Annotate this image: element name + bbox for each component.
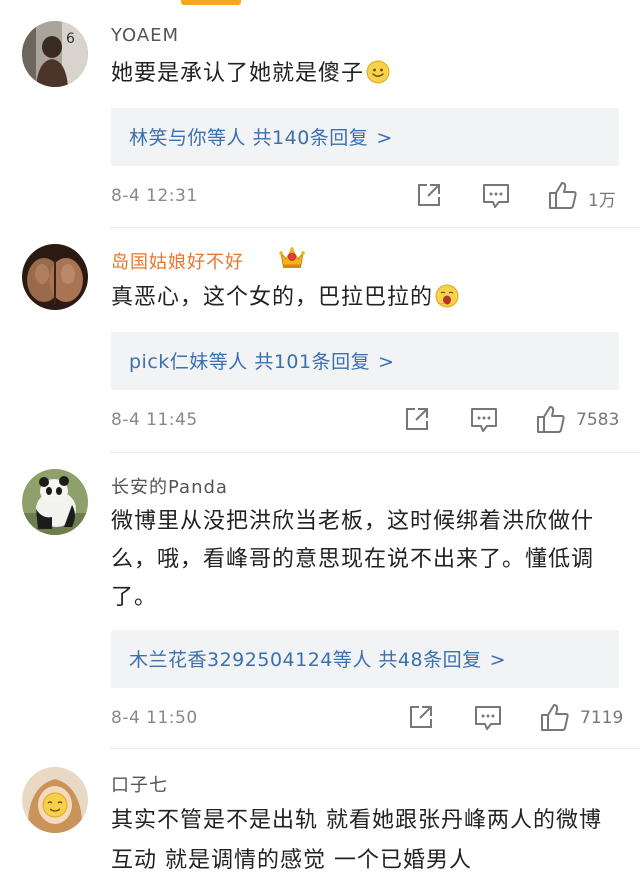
chevron-right-icon: >: [376, 127, 393, 149]
comment-icon: [475, 706, 501, 730]
replies-summary[interactable]: 木兰花香3292504124等人 共48条回复 >: [111, 630, 619, 688]
crown-badge-icon: [279, 247, 305, 268]
like-icon: [549, 182, 577, 209]
comment-text: 真恶心，这个女的，巴拉巴拉的: [111, 280, 621, 316]
comment-text: 微博里从没把洪欣当老板，这时候绑着洪欣做什么，哦，看峰哥的意思现在说不出来了。懂…: [111, 509, 595, 610]
comment-item: 6 YOAEM 她要是承认了她就是傻子 林笑与你等人 共140条回复 > 8-4 …: [0, 0, 640, 228]
like-count: 7119: [580, 708, 624, 728]
username[interactable]: 长安的Panda: [111, 473, 228, 499]
comment-item: 长安的Panda 微博里从没把洪欣当老板，这时候绑着洪欣做什么，哦，看峰哥的意思…: [0, 453, 640, 749]
username[interactable]: 口子七: [111, 771, 168, 797]
username[interactable]: YOAEM: [111, 25, 179, 46]
like-icon: [537, 406, 565, 433]
comment-text: 她要是承认了她就是傻子: [111, 56, 621, 92]
share-icon: [406, 408, 428, 430]
username[interactable]: 岛国姑娘好不好: [111, 248, 244, 274]
comment-text-content: 真恶心，这个女的，巴拉巴拉的: [111, 285, 434, 310]
replies-label: 木兰花香3292504124等人 共48条回复: [129, 649, 482, 671]
comment-time: 8-4 11:45: [111, 410, 198, 430]
avatar[interactable]: [22, 244, 88, 310]
replies-summary[interactable]: pick仁妹等人 共101条回复 >: [111, 332, 619, 390]
share-button[interactable]: [408, 704, 434, 734]
comment-button[interactable]: [470, 407, 498, 437]
comment-text-content: 她要是承认了她就是傻子: [111, 61, 365, 86]
smile-emoji-icon: [366, 60, 390, 84]
comment-item: 岛国姑娘好不好 真恶心，这个女的，巴拉巴拉的 pick仁妹等人 共101条回复 >…: [0, 228, 640, 453]
replies-label: 林笑与你等人 共140条回复: [129, 127, 369, 149]
like-icon: [541, 704, 569, 731]
avatar[interactable]: 6: [22, 21, 88, 87]
avatar[interactable]: [22, 767, 88, 833]
chevron-right-icon: >: [378, 351, 395, 373]
share-button[interactable]: [404, 406, 430, 436]
replies-link[interactable]: 林笑与你等人 共140条回复 >: [129, 123, 393, 150]
avatar-image: [22, 767, 88, 833]
comment-icon: [483, 184, 509, 208]
comment-time: 8-4 11:50: [111, 708, 198, 728]
share-button[interactable]: [416, 182, 442, 212]
avatar-image: 6: [22, 21, 88, 87]
comment-button[interactable]: [474, 705, 502, 735]
like-button[interactable]: [548, 180, 578, 210]
like-count: 1万: [588, 191, 616, 211]
avatar-image: [22, 469, 88, 535]
like-button[interactable]: [540, 702, 570, 732]
replies-label: pick仁妹等人 共101条回复: [129, 351, 371, 373]
avatar-image: [22, 244, 88, 310]
replies-summary[interactable]: 林笑与你等人 共140条回复 >: [111, 108, 619, 166]
comment-icon: [471, 408, 497, 432]
replies-link[interactable]: 木兰花香3292504124等人 共48条回复 >: [129, 645, 506, 672]
replies-link[interactable]: pick仁妹等人 共101条回复 >: [129, 347, 395, 374]
comment-item: 口子七 其实不管是不是出轨 就看她跟张丹峰两人的微博互动 就是调情的感觉 一个已…: [0, 749, 640, 881]
chevron-right-icon: >: [489, 649, 507, 671]
comment-button[interactable]: [482, 183, 510, 213]
like-count: 7583: [576, 410, 620, 430]
svg-text:6: 6: [66, 31, 75, 47]
avatar[interactable]: [22, 469, 88, 535]
comment-text: 其实不管是不是出轨 就看她跟张丹峰两人的微博互动 就是调情的感觉 一个已婚男人: [111, 808, 602, 873]
share-icon: [410, 706, 432, 728]
yawn-emoji-icon: [435, 284, 459, 308]
comment-time: 8-4 12:31: [111, 186, 198, 206]
share-icon: [418, 184, 440, 206]
like-button[interactable]: [536, 404, 566, 434]
